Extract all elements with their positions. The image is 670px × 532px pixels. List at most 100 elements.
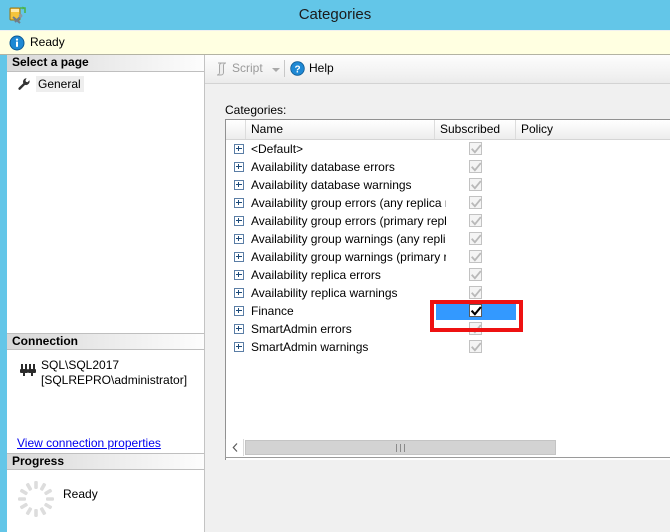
subscribed-checkbox[interactable] (469, 196, 482, 209)
table-row[interactable]: Availability replica warnings (226, 284, 670, 302)
row-subscribed-cell[interactable] (436, 302, 516, 320)
check-icon (470, 287, 483, 300)
categories-listview[interactable]: Name Subscribed Policy <Default> Availabi… (225, 119, 670, 494)
table-row[interactable]: Availability group errors (any replica r… (226, 194, 670, 212)
row-name-cell[interactable]: <Default> (251, 142, 303, 156)
table-row[interactable]: Availability group warnings (primary r..… (226, 248, 670, 266)
listview-header: Name Subscribed Policy (226, 120, 670, 140)
check-icon (470, 323, 483, 336)
bottom-filler (205, 460, 670, 532)
toolbar: Script ? Help (205, 55, 670, 84)
table-row[interactable]: Finance (226, 302, 670, 320)
row-name-cell[interactable]: Availability group warnings (primary r..… (251, 250, 446, 264)
script-button-label[interactable]: Script (232, 61, 263, 75)
row-name-cell[interactable]: Finance (251, 304, 294, 318)
check-icon (470, 269, 483, 282)
subscribed-checkbox[interactable] (469, 178, 482, 191)
row-subscribed-cell[interactable] (436, 230, 516, 248)
expand-plus-icon[interactable] (234, 216, 244, 226)
grip-icon (396, 444, 407, 452)
row-subscribed-cell[interactable] (436, 320, 516, 338)
row-name-cell[interactable]: Availability database warnings (251, 178, 412, 192)
table-row[interactable]: Availability database warnings (226, 176, 670, 194)
row-subscribed-cell[interactable] (436, 158, 516, 176)
svg-text:?: ? (294, 64, 300, 75)
check-icon (470, 161, 483, 174)
table-row[interactable]: <Default> (226, 140, 670, 158)
subscribed-checkbox[interactable] (469, 160, 482, 173)
expand-plus-icon[interactable] (234, 180, 244, 190)
check-icon (470, 233, 483, 246)
column-header-subscribed[interactable]: Subscribed (435, 120, 516, 139)
column-header-blank[interactable] (226, 120, 246, 139)
script-icon (214, 61, 229, 76)
row-subscribed-cell[interactable] (436, 194, 516, 212)
view-connection-properties-link[interactable]: View connection properties (17, 436, 161, 450)
sidebar-item-label: General (36, 76, 84, 92)
table-row[interactable]: SmartAdmin warnings (226, 338, 670, 356)
subscribed-checkbox[interactable] (469, 340, 482, 353)
select-page-header: Select a page (7, 55, 204, 72)
expand-plus-icon[interactable] (234, 252, 244, 262)
expand-plus-icon[interactable] (234, 144, 244, 154)
table-row[interactable]: Availability group warnings (any repli..… (226, 230, 670, 248)
expand-plus-icon[interactable] (234, 198, 244, 208)
wrench-icon (17, 77, 31, 91)
row-name-cell[interactable]: Availability group warnings (any repli..… (251, 232, 446, 246)
check-icon (470, 341, 483, 354)
row-subscribed-cell[interactable] (436, 284, 516, 302)
check-icon (470, 197, 483, 210)
connection-plug-icon (18, 360, 36, 378)
horizontal-scrollbar[interactable] (225, 439, 670, 458)
column-header-name[interactable]: Name (246, 120, 435, 139)
row-subscribed-cell[interactable] (436, 140, 516, 158)
subscribed-checkbox[interactable] (469, 214, 482, 227)
title-bar: Categories (0, 0, 670, 30)
chevron-down-icon[interactable] (272, 68, 280, 72)
row-name-cell[interactable]: Availability group errors (primary repli… (251, 214, 446, 228)
status-text: Ready (30, 35, 65, 49)
expand-plus-icon[interactable] (234, 270, 244, 280)
check-icon (470, 305, 483, 318)
subscribed-checkbox[interactable] (469, 322, 482, 335)
row-name-cell[interactable]: Availability replica errors (251, 268, 381, 282)
table-row[interactable]: Availability replica errors (226, 266, 670, 284)
expand-plus-icon[interactable] (234, 162, 244, 172)
row-name-cell[interactable]: Availability group errors (any replica r… (251, 196, 446, 210)
row-name-cell[interactable]: SmartAdmin errors (251, 322, 352, 336)
connection-user: [SQLREPRO\administrator] (41, 373, 187, 387)
window-border-strip (0, 55, 7, 532)
expand-plus-icon[interactable] (234, 342, 244, 352)
row-subscribed-cell[interactable] (436, 248, 516, 266)
table-row[interactable]: SmartAdmin errors (226, 320, 670, 338)
row-name-cell[interactable]: SmartAdmin warnings (251, 340, 368, 354)
progress-header: Progress (7, 453, 204, 470)
table-row[interactable]: Availability database errors (226, 158, 670, 176)
expand-plus-icon[interactable] (234, 288, 244, 298)
help-question-icon[interactable]: ? (290, 61, 305, 76)
row-subscribed-cell[interactable] (436, 266, 516, 284)
row-subscribed-cell[interactable] (436, 176, 516, 194)
scrollbar-thumb[interactable] (245, 440, 556, 455)
column-header-policy[interactable]: Policy (516, 120, 670, 139)
row-subscribed-cell[interactable] (436, 212, 516, 230)
progress-status: Ready (63, 487, 98, 501)
subscribed-checkbox[interactable] (469, 286, 482, 299)
help-button-label[interactable]: Help (309, 61, 334, 75)
expand-plus-icon[interactable] (234, 234, 244, 244)
categories-dialog: Categories Ready Select a page General C… (0, 0, 670, 532)
subscribed-checkbox[interactable] (469, 232, 482, 245)
row-subscribed-cell[interactable] (436, 338, 516, 356)
subscribed-checkbox[interactable] (469, 268, 482, 281)
left-pane: Select a page General Connection SQL\SQL… (7, 55, 205, 532)
subscribed-checkbox[interactable] (469, 142, 482, 155)
expand-plus-icon[interactable] (234, 306, 244, 316)
subscribed-checkbox[interactable] (469, 250, 482, 263)
row-name-cell[interactable]: Availability replica warnings (251, 286, 398, 300)
table-row[interactable]: Availability group errors (primary repli… (226, 212, 670, 230)
subscribed-checkbox[interactable] (469, 304, 482, 317)
row-name-cell[interactable]: Availability database errors (251, 160, 395, 174)
expand-plus-icon[interactable] (234, 324, 244, 334)
categories-label: Categories: (225, 103, 286, 117)
scroll-left-button[interactable] (226, 439, 244, 456)
